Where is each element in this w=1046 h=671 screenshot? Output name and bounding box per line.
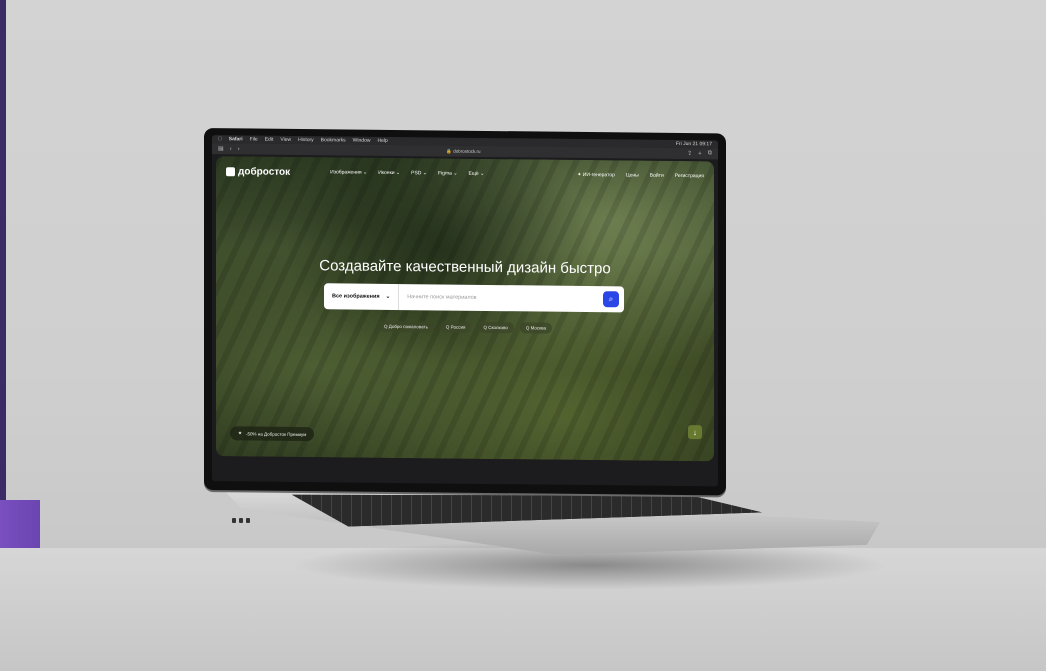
menubar-edit[interactable]: Edit xyxy=(265,137,274,143)
search-bar: Все изображения ⌄ Начните поиск материал… xyxy=(324,283,624,313)
chevron-down-icon: ⌄ xyxy=(385,293,391,300)
ai-generator-link[interactable]: ✦ ИИ-генератор xyxy=(577,172,615,178)
logo-mark-icon xyxy=(226,166,235,176)
tag-russia[interactable]: Q Россия xyxy=(439,321,472,333)
menubar-view[interactable]: View xyxy=(280,137,291,143)
apple-icon[interactable]:  xyxy=(218,136,222,142)
arrow-down-icon: ↓ xyxy=(693,427,697,437)
sidebar-icon[interactable]: ▤ xyxy=(218,145,224,152)
search-scope-select[interactable]: Все изображения ⌄ xyxy=(324,283,400,311)
new-tab-icon[interactable]: + xyxy=(698,151,702,157)
nav-icons[interactable]: Иконки ⌄ xyxy=(378,170,400,176)
address-text: dobrostock.ru xyxy=(453,148,481,154)
menubar-help[interactable]: Help xyxy=(377,138,387,144)
forward-icon[interactable]: › xyxy=(238,146,240,152)
star-icon: ★ xyxy=(238,430,243,436)
back-icon[interactable]: ‹ xyxy=(230,146,232,152)
laptop-ports xyxy=(232,510,258,523)
menubar-bookmarks[interactable]: Bookmarks xyxy=(321,137,346,143)
menubar-history[interactable]: History xyxy=(298,137,314,143)
premium-promo[interactable]: ★ -50% на Добросток Премиум xyxy=(230,426,315,442)
nav-right: ✦ ИИ-генератор Цены Войти Регистрация xyxy=(577,172,704,179)
tag-welcome[interactable]: Q Добро пожаловать xyxy=(378,320,434,333)
laptop-lid:  Safari File Edit View History Bookmark… xyxy=(204,128,726,496)
login-link[interactable]: Войти xyxy=(650,173,664,179)
nav-psd[interactable]: PSD ⌄ xyxy=(411,170,427,176)
search-input[interactable]: Начните поиск материалов xyxy=(399,294,603,302)
nav-more[interactable]: Ещё ⌄ xyxy=(468,171,484,177)
hero-title: Создавайте качественный дизайн быстро xyxy=(319,257,611,278)
menubar-app[interactable]: Safari xyxy=(229,136,243,142)
tabs-icon[interactable]: ⧉ xyxy=(708,150,712,157)
suggested-tags: Q Добро пожаловать Q Россия Q Сколково Q… xyxy=(216,319,714,335)
laptop-screen:  Safari File Edit View History Bookmark… xyxy=(212,135,718,487)
tag-skolkovo[interactable]: Q Сколково xyxy=(477,321,514,334)
address-bar[interactable]: 🔒 dobrostock.ru xyxy=(246,146,681,157)
menubar-clock[interactable]: Fri Jun 21 09:17 xyxy=(676,141,712,147)
lock-icon: 🔒 xyxy=(446,148,452,154)
search-icon: ⌕ xyxy=(608,294,614,304)
tag-moscow[interactable]: Q Москва xyxy=(519,322,552,334)
prices-link[interactable]: Цены xyxy=(626,172,639,178)
nav-figma[interactable]: Figma ⌄ xyxy=(438,170,457,176)
search-scope-label: Все изображения xyxy=(332,293,380,300)
site-logo[interactable]: добросток xyxy=(226,165,291,178)
menubar-file[interactable]: File xyxy=(250,136,258,142)
nav-images[interactable]: Изображения ⌄ xyxy=(330,169,367,175)
menubar-window[interactable]: Window xyxy=(353,138,371,144)
promo-text: -50% на Добросток Премиум xyxy=(246,430,307,437)
site-nav: добросток Изображения ⌄ Иконки ⌄ PSD ⌄ F… xyxy=(226,164,704,183)
share-icon[interactable]: ⇪ xyxy=(687,150,692,157)
scroll-down-button[interactable]: ↓ xyxy=(688,425,702,440)
logo-text: добросток xyxy=(238,165,291,178)
website-hero: добросток Изображения ⌄ Иконки ⌄ PSD ⌄ F… xyxy=(216,156,714,462)
search-button[interactable]: ⌕ xyxy=(603,291,619,308)
register-link[interactable]: Регистрация xyxy=(675,173,704,179)
background:  Safari File Edit View History Bookmark… xyxy=(0,0,1046,671)
main-menu: Изображения ⌄ Иконки ⌄ PSD ⌄ Figma ⌄ Ещё… xyxy=(330,169,484,177)
